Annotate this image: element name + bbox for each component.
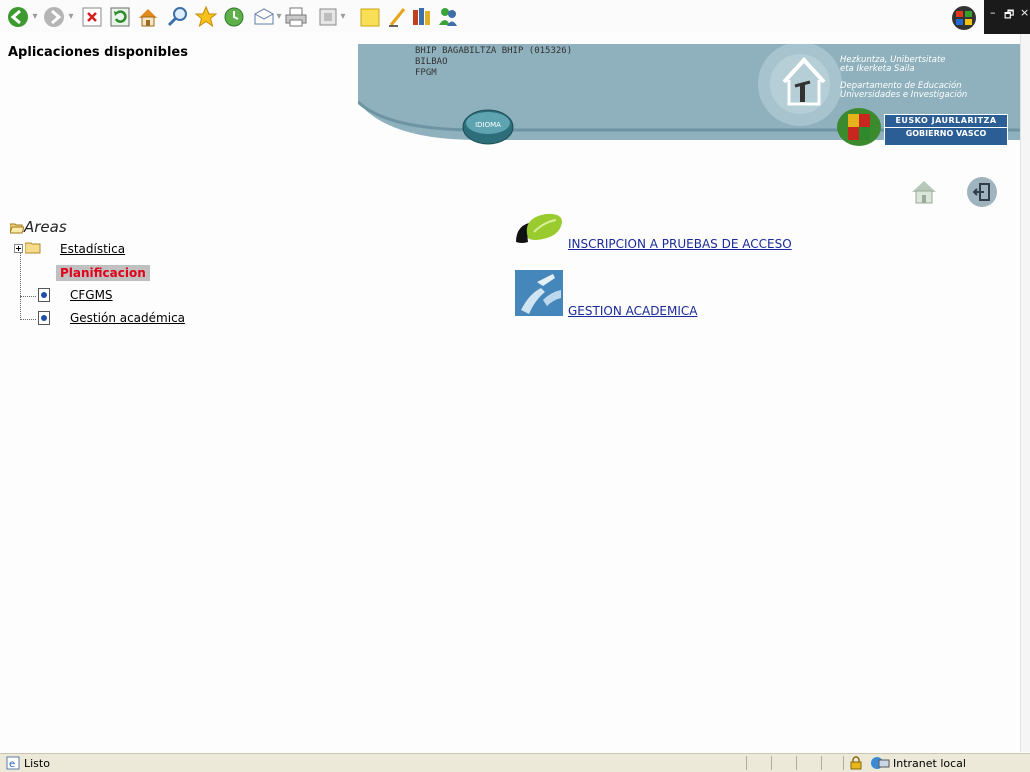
print-icon[interactable]: [284, 6, 308, 28]
back-icon[interactable]: [6, 6, 30, 28]
edit-icon[interactable]: [316, 6, 340, 28]
intranet-zone-icon: [871, 757, 890, 769]
forward-dropdown-icon[interactable]: ▾: [66, 6, 76, 28]
center-info: BHIP BAGABILTZA BHIP (015326) BILBAO FPG…: [415, 46, 572, 79]
tree-item-label[interactable]: Estadística: [60, 242, 125, 256]
forward-icon[interactable]: [42, 6, 66, 28]
windows-flag-icon: [950, 4, 978, 32]
page-icon: [38, 311, 50, 325]
center-city: BILBAO: [415, 57, 448, 67]
department-name: Hezkuntza, Unibertsitate eta Ikerketa Sa…: [840, 55, 968, 100]
refresh-icon[interactable]: [108, 6, 132, 28]
status-text: Listo: [24, 757, 50, 770]
research-icon[interactable]: [410, 6, 434, 28]
exit-door-icon[interactable]: [966, 176, 998, 208]
home-house-icon[interactable]: [908, 176, 940, 208]
search-icon[interactable]: [166, 6, 190, 28]
favorites-icon[interactable]: [194, 5, 218, 28]
app-gestion-academica-link[interactable]: GESTION ACADEMICA: [568, 304, 698, 318]
window-controls: – 🗗 ×: [984, 0, 1030, 34]
lock-icon: [850, 756, 862, 770]
stop-icon[interactable]: [80, 6, 104, 28]
browser-toolbar: ▾ ▾ ▾ ▾ – 🗗 ×: [0, 0, 1030, 34]
expand-plus-icon[interactable]: [14, 244, 23, 253]
app-inscripcion-link[interactable]: INSCRIPCION A PRUEBAS DE ACCESO: [568, 237, 792, 251]
government-badge: EUSKO JAURLARITZA GOBIERNO VASCO: [884, 114, 1008, 146]
messenger-icon[interactable]: [436, 6, 460, 28]
security-zone: Intranet local: [893, 757, 966, 770]
minimize-icon[interactable]: –: [990, 6, 996, 19]
history-icon[interactable]: [222, 6, 246, 28]
home-icon[interactable]: [136, 6, 160, 28]
close-icon[interactable]: ×: [1020, 6, 1029, 19]
center-type: FPGM: [415, 68, 437, 78]
pen-icon[interactable]: [386, 6, 410, 28]
center-name: BHIP BAGABILTZA BHIP (015326): [415, 46, 573, 56]
basque-government-emblem-icon: [836, 106, 882, 148]
page-title: Aplicaciones disponibles: [8, 45, 188, 60]
page-icon: [38, 288, 50, 302]
note-icon[interactable]: [358, 6, 382, 28]
folder-icon: [25, 242, 41, 254]
hands-photo-icon[interactable]: [515, 270, 563, 316]
back-dropdown-icon[interactable]: ▾: [30, 6, 40, 28]
svg-text:e: e: [9, 759, 15, 770]
tree-root-label: Areas: [24, 218, 67, 236]
building-logo-icon: [776, 54, 832, 110]
page-done-icon: e: [6, 756, 20, 770]
tree-item-planificacion[interactable]: Planificacion: [56, 265, 150, 281]
tree-item-label[interactable]: Gestión académica: [70, 311, 185, 325]
mail-dropdown-icon[interactable]: ▾: [274, 6, 284, 28]
status-bar: e Listo Intranet local: [0, 753, 1030, 772]
vertical-scrollbar[interactable]: [1020, 34, 1030, 752]
mail-icon[interactable]: [252, 6, 276, 28]
restore-icon[interactable]: 🗗: [1004, 6, 1014, 25]
green-leaf-icon[interactable]: [514, 212, 564, 250]
language-button[interactable]: IDIOMA: [462, 108, 514, 146]
folder-open-icon: [10, 223, 24, 234]
edit-dropdown-icon[interactable]: ▾: [338, 6, 348, 28]
tree-item-label[interactable]: CFGMS: [70, 288, 113, 302]
